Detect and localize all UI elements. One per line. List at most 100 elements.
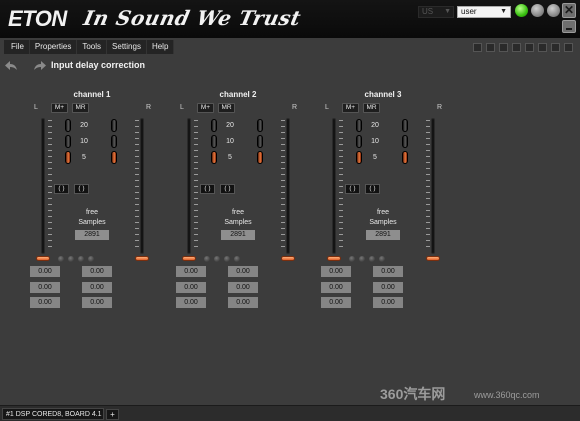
phase-left-button[interactable]: ( ) xyxy=(345,184,360,194)
close-icon: ✕ xyxy=(563,3,575,17)
memory-recall-button[interactable]: MR xyxy=(363,103,380,113)
indicator-led xyxy=(88,256,94,262)
left-delay-field[interactable]: 0.00 xyxy=(321,282,351,293)
step-down-left-button[interactable] xyxy=(211,151,217,164)
step-value-label: 10 xyxy=(371,138,379,145)
step-down-right-button[interactable] xyxy=(257,119,263,132)
left-fader-track[interactable] xyxy=(332,118,336,254)
step-down-left-button[interactable] xyxy=(65,151,71,164)
indicator-led xyxy=(224,256,230,262)
memory-recall-button[interactable]: MR xyxy=(218,103,235,113)
toolbar-slot-icon[interactable] xyxy=(499,43,508,52)
right-label: R xyxy=(437,104,443,111)
right-fader-track[interactable] xyxy=(286,118,290,254)
language-select[interactable]: US ▼ xyxy=(418,6,454,18)
left-delay-field[interactable]: 0.00 xyxy=(30,297,60,308)
step-down-left-button[interactable] xyxy=(356,135,362,148)
step-down-right-button[interactable] xyxy=(402,119,408,132)
step-down-left-button[interactable] xyxy=(211,119,217,132)
step-down-left-button[interactable] xyxy=(65,135,71,148)
status-icon[interactable] xyxy=(547,4,560,17)
board-tab[interactable]: #1 DSP CORED8, BOARD 4.1 xyxy=(2,408,104,420)
right-delay-field[interactable]: 0.00 xyxy=(373,266,403,277)
menu-settings[interactable]: Settings xyxy=(107,40,147,54)
toolbar-slot-icon[interactable] xyxy=(538,43,547,52)
user-select[interactable]: user ▼ xyxy=(457,6,511,18)
step-down-right-button[interactable] xyxy=(257,135,263,148)
indicator-led xyxy=(78,256,84,262)
right-delay-field[interactable]: 0.00 xyxy=(228,282,258,293)
phase-right-button[interactable]: ( ) xyxy=(220,184,235,194)
left-delay-field[interactable]: 0.00 xyxy=(30,282,60,293)
toolbar-slot-icon[interactable] xyxy=(564,43,573,52)
step-down-right-button[interactable] xyxy=(257,151,263,164)
left-delay-field[interactable]: 0.00 xyxy=(321,297,351,308)
status-online-icon[interactable] xyxy=(515,4,528,17)
left-delay-field[interactable]: 0.00 xyxy=(176,297,206,308)
menu-help[interactable]: Help xyxy=(146,40,175,54)
left-fader-handle[interactable] xyxy=(36,256,50,261)
step-down-left-button[interactable] xyxy=(65,119,71,132)
add-tab-button[interactable]: + xyxy=(106,409,119,420)
toolbar-slot-icon[interactable] xyxy=(525,43,534,52)
phase-left-button[interactable]: ( ) xyxy=(200,184,215,194)
toolbar-slot-icon[interactable] xyxy=(512,43,521,52)
toolbar-slot-icon[interactable] xyxy=(551,43,560,52)
right-delay-field[interactable]: 0.00 xyxy=(228,266,258,277)
step-down-right-button[interactable] xyxy=(111,119,117,132)
right-delay-field[interactable]: 0.00 xyxy=(82,297,112,308)
scale-ticks xyxy=(426,120,430,252)
right-fader-handle[interactable] xyxy=(135,256,149,261)
right-delay-field[interactable]: 0.00 xyxy=(82,282,112,293)
left-delay-field[interactable]: 0.00 xyxy=(176,282,206,293)
brand-tagline: In Sound We Trust xyxy=(81,6,304,30)
right-delay-field[interactable]: 0.00 xyxy=(228,297,258,308)
phase-right-button[interactable]: ( ) xyxy=(365,184,380,194)
step-down-right-button[interactable] xyxy=(111,135,117,148)
phase-right-button[interactable]: ( ) xyxy=(74,184,89,194)
back-arrow-icon[interactable] xyxy=(4,60,18,71)
left-fader-handle[interactable] xyxy=(182,256,196,261)
memory-plus-button[interactable]: M+ xyxy=(51,103,68,113)
right-delay-field[interactable]: 0.00 xyxy=(373,282,403,293)
close-button[interactable]: ✕ xyxy=(562,3,576,18)
indicator-pips xyxy=(204,256,240,262)
left-delay-field[interactable]: 0.00 xyxy=(321,266,351,277)
step-down-left-button[interactable] xyxy=(356,151,362,164)
minimize-button[interactable] xyxy=(562,20,576,33)
step-down-left-button[interactable] xyxy=(356,119,362,132)
right-fader-handle[interactable] xyxy=(281,256,295,261)
chevron-down-icon: ▼ xyxy=(444,8,451,15)
menu-properties[interactable]: Properties xyxy=(29,40,78,54)
phase-left-button[interactable]: ( ) xyxy=(54,184,69,194)
right-delay-field[interactable]: 0.00 xyxy=(373,297,403,308)
step-down-left-button[interactable] xyxy=(211,135,217,148)
memory-plus-button[interactable]: M+ xyxy=(197,103,214,113)
menu-file[interactable]: File xyxy=(4,40,30,54)
menu-bar: File Properties Tools Settings Help xyxy=(4,40,175,54)
left-fader-handle[interactable] xyxy=(327,256,341,261)
step-down-right-button[interactable] xyxy=(402,151,408,164)
toolbar-slot-icon[interactable] xyxy=(486,43,495,52)
forward-arrow-icon[interactable] xyxy=(33,60,47,71)
right-fader-track[interactable] xyxy=(431,118,435,254)
left-delay-field[interactable]: 0.00 xyxy=(176,266,206,277)
left-fader-track[interactable] xyxy=(187,118,191,254)
status-icon[interactable] xyxy=(531,4,544,17)
toolbar-slot-icon[interactable] xyxy=(473,43,482,52)
menu-tools[interactable]: Tools xyxy=(77,40,108,54)
indicator-pips xyxy=(349,256,385,262)
right-fader-handle[interactable] xyxy=(426,256,440,261)
right-delay-field[interactable]: 0.00 xyxy=(82,266,112,277)
channel-title: channel 2 xyxy=(219,90,257,99)
scale-ticks xyxy=(339,120,343,252)
toolbar-icons xyxy=(473,43,573,52)
memory-plus-button[interactable]: M+ xyxy=(342,103,359,113)
step-value-label: 10 xyxy=(226,138,234,145)
step-down-right-button[interactable] xyxy=(111,151,117,164)
left-delay-field[interactable]: 0.00 xyxy=(30,266,60,277)
step-down-right-button[interactable] xyxy=(402,135,408,148)
left-fader-track[interactable] xyxy=(41,118,45,254)
right-fader-track[interactable] xyxy=(140,118,144,254)
memory-recall-button[interactable]: MR xyxy=(72,103,89,113)
